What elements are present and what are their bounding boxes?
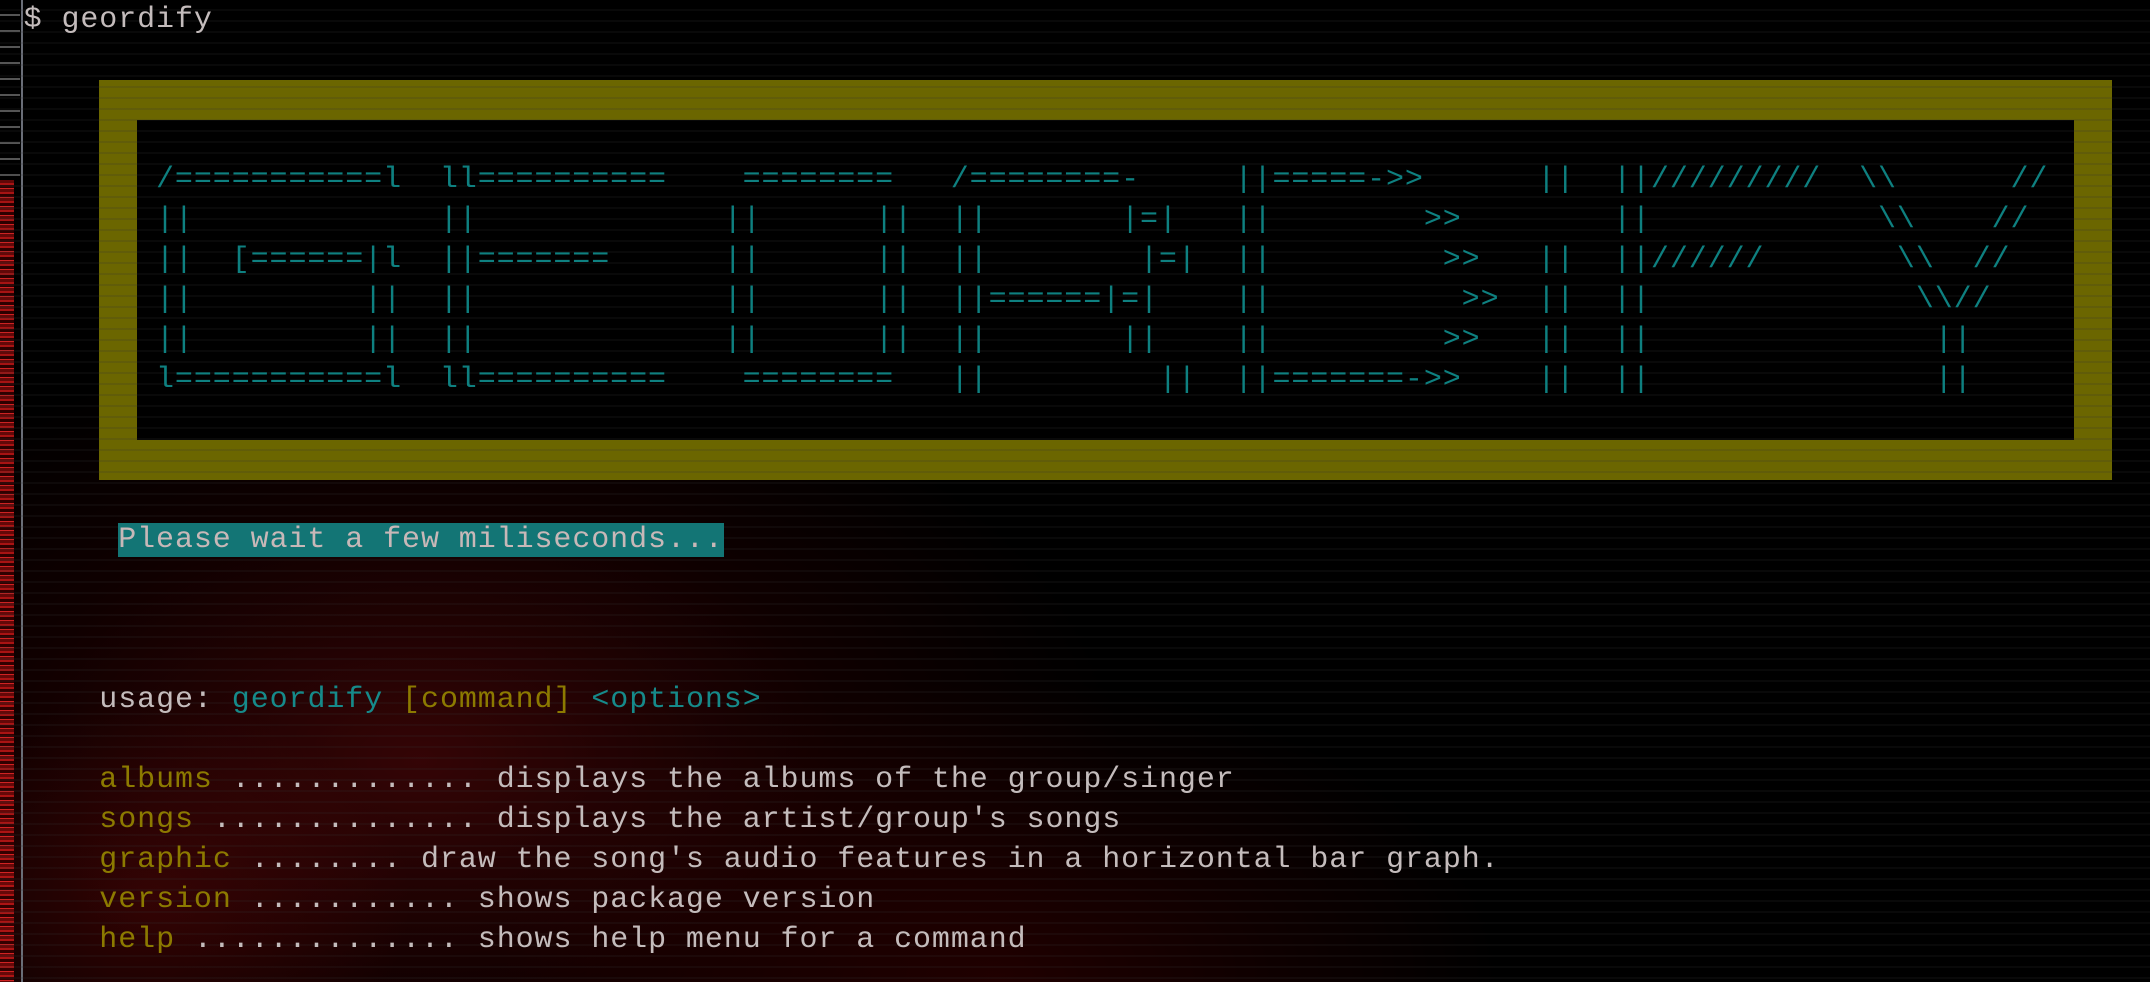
command-dots: ........... [231,883,478,917]
command-row-help: help .............. shows help menu for … [99,920,1026,960]
banner-art-line: || || || || || || || || >> || || || [156,323,1973,357]
usage-line: usage: geordify [command] <options> [99,680,761,720]
command-name: albums [99,763,213,797]
banner-art-line: || [======|l ||======= || || || |=| || >… [156,243,2011,277]
banner-art-line: /===========l ll========== ======== /===… [156,163,2049,197]
banner-art-line: l===========l ll========== ======== || |… [156,363,1973,397]
usage-program: geordify [231,683,384,717]
loading-message-text: Please wait a few miliseconds... [118,523,724,557]
command-description: shows package version [477,883,876,917]
command-dots: ........ [231,843,421,877]
command-prompt: $ geordify [23,3,213,37]
command-row-version: version ........... shows package versio… [99,880,875,920]
usage-command: [command] [402,683,573,717]
command-description: draw the song's audio features in a hori… [421,843,1500,877]
command-description: displays the albums of the group/singer [496,763,1235,797]
left-edge-ticks [0,0,20,180]
command-dots: ............. [212,763,497,797]
command-name: graphic [99,843,232,877]
banner-art-line: || || || || || |=| || >> || \\ // [156,203,2030,237]
command-dots: .............. [175,923,478,957]
left-edge-decoration [0,180,14,982]
terminal-left-border [21,0,23,982]
command-row-albums: albums ............. displays the albums… [99,760,1234,800]
usage-options: <options> [591,683,762,717]
command-row-songs: songs .............. displays the artist… [99,800,1121,840]
command-description: shows help menu for a command [477,923,1027,957]
command-name: version [99,883,232,917]
command-dots: .............. [193,803,497,837]
usage-label: usage: [99,683,232,717]
command-name: songs [99,803,194,837]
command-name: help [99,923,175,957]
loading-message: Please wait a few miliseconds... [118,520,724,560]
banner-art-line: || || || || || ||======|=| || >> || || \… [156,283,1992,317]
command-row-graphic: graphic ........ draw the song's audio f… [99,840,1499,880]
command-description: displays the artist/group's songs [496,803,1122,837]
